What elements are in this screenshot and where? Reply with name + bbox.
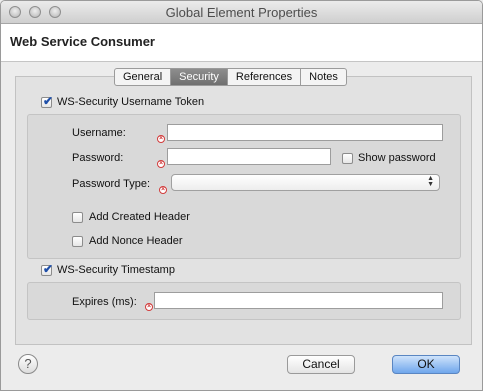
error-icon: ×: [157, 135, 165, 143]
tab-references[interactable]: References: [228, 69, 302, 85]
show-password-label: Show password: [358, 152, 436, 164]
add-nonce-header-checkbox[interactable]: [72, 236, 83, 247]
password-field[interactable]: [167, 148, 331, 165]
timestamp-checkbox[interactable]: ✔: [41, 262, 54, 276]
window-title: Global Element Properties: [165, 5, 318, 20]
username-token-checkbox[interactable]: ✔: [41, 94, 54, 108]
title-bar: Global Element Properties: [1, 1, 482, 24]
add-created-header-label: Add Created Header: [89, 211, 190, 223]
expires-field[interactable]: [154, 292, 443, 309]
tab-bar: General Security References Notes: [114, 68, 347, 86]
add-nonce-header-label: Add Nonce Header: [89, 235, 183, 247]
timestamp-label: WS-Security Timestamp: [57, 264, 175, 276]
dialog-window: Global Element Properties Web Service Co…: [0, 0, 483, 391]
checkmark-icon: ✔: [43, 262, 54, 276]
password-type-select[interactable]: ▲ ▼: [171, 174, 440, 191]
checkmark-icon: ✔: [43, 94, 54, 108]
error-icon: ×: [157, 160, 165, 168]
expires-label: Expires (ms):: [72, 296, 137, 308]
dialog-header-title: Web Service Consumer: [10, 34, 155, 49]
add-created-header-checkbox[interactable]: [72, 212, 83, 223]
username-label: Username:: [72, 127, 126, 139]
tab-security[interactable]: Security: [171, 69, 228, 85]
select-arrows-icon: ▲ ▼: [427, 175, 434, 188]
username-token-label: WS-Security Username Token: [57, 96, 205, 108]
ok-button[interactable]: OK: [392, 355, 460, 374]
tab-notes[interactable]: Notes: [301, 69, 346, 85]
tab-general[interactable]: General: [115, 69, 172, 85]
password-label: Password:: [72, 152, 124, 164]
cancel-button[interactable]: Cancel: [287, 355, 355, 374]
help-button[interactable]: ?: [18, 354, 38, 374]
username-field[interactable]: [167, 124, 443, 141]
error-icon: ×: [145, 303, 153, 311]
password-type-label: Password Type:: [72, 178, 151, 190]
error-icon: ×: [159, 186, 167, 194]
dialog-header: Web Service Consumer: [1, 24, 482, 62]
show-password-checkbox[interactable]: [342, 153, 353, 164]
help-icon: ?: [24, 356, 32, 371]
